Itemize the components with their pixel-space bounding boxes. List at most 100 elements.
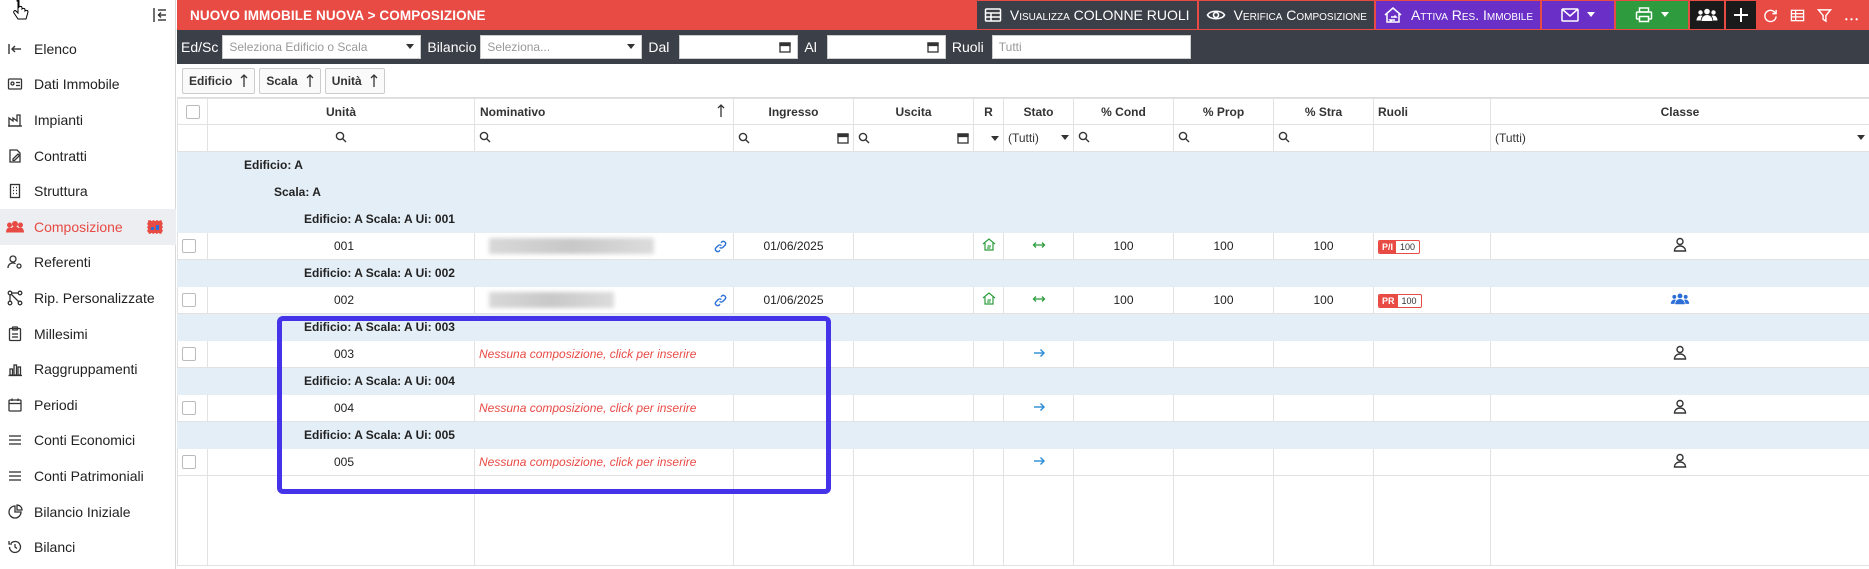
row-select-cell[interactable] [177, 394, 208, 422]
filter-ingresso[interactable] [733, 124, 854, 152]
row-checkbox[interactable] [182, 401, 196, 416]
collapse-sidebar-icon[interactable] [151, 6, 169, 24]
floorplan-icon[interactable] [146, 218, 164, 236]
sidebar-item-rip-personalizzate[interactable]: Rip. Personalizzate [0, 280, 176, 316]
verify-composition-button[interactable]: Verifica Composizione [1198, 1, 1374, 29]
calendar-icon[interactable] [957, 132, 969, 144]
group-row-unit[interactable]: Edificio: A Scala: A Ui: 005 [177, 421, 1869, 449]
row-checkbox[interactable] [182, 347, 196, 362]
column-header-uscita[interactable]: Uscita [853, 98, 974, 125]
table-row[interactable]: 002 01/06/2025 100 100 100 PR 100 [177, 286, 1869, 314]
row-select-cell[interactable] [177, 232, 208, 260]
row-checkbox[interactable] [182, 455, 196, 470]
sidebar-item-conti-economici[interactable]: Conti Economici [0, 423, 176, 459]
email-menu-button[interactable] [1542, 1, 1614, 29]
contract-edit-icon [9, 148, 21, 163]
building-stair-select[interactable]: Seleziona Edificio o Scala [222, 35, 422, 59]
cell-nominativo[interactable] [474, 232, 734, 260]
empty-composition-link[interactable]: Nessuna composizione, click per inserire [474, 448, 734, 476]
row-checkbox[interactable] [182, 239, 196, 254]
column-header-unita[interactable]: Unità [207, 98, 475, 125]
column-header-stato[interactable]: Stato [1003, 98, 1074, 125]
link-icon[interactable] [714, 294, 727, 307]
calendar-icon[interactable] [779, 41, 792, 53]
refresh-button[interactable] [1758, 1, 1783, 29]
sidebar-item-dati-immobile[interactable]: Dati Immobile [0, 67, 176, 103]
column-header-stra[interactable]: % Stra [1273, 98, 1374, 125]
link-icon[interactable] [714, 240, 727, 253]
row-select-cell[interactable] [177, 340, 208, 368]
sort-chip-unita[interactable]: Unità [324, 67, 385, 94]
filter-stra[interactable] [1273, 124, 1374, 152]
sort-chip-edificio[interactable]: Edificio [182, 67, 256, 94]
select-all-cell[interactable] [177, 98, 208, 125]
row-select-cell[interactable] [177, 448, 208, 476]
select-all-checkbox[interactable] [185, 104, 200, 119]
column-header-classe[interactable]: Classe [1490, 98, 1869, 125]
sidebar-item-impianti[interactable]: Impianti [0, 102, 176, 138]
sidebar-item-elenco[interactable]: Elenco [0, 31, 176, 67]
roles-input[interactable]: Tutti [991, 35, 1191, 59]
filter-nominativo[interactable] [474, 124, 734, 152]
add-button[interactable] [1726, 1, 1756, 29]
group-row-scala[interactable]: Scala: A [177, 178, 1869, 206]
print-menu-button[interactable] [1616, 1, 1688, 29]
column-header-ruoli[interactable]: Ruoli [1373, 98, 1491, 125]
sidebar-item-composizione[interactable]: Composizione [0, 208, 176, 245]
group-row-unit[interactable]: Edificio: A Scala: A Ui: 003 [177, 313, 1869, 341]
row-checkbox[interactable] [182, 293, 196, 308]
sidebar-item-bilancio-iniziale[interactable]: Bilancio Iniziale [0, 494, 176, 530]
row-select-cell[interactable] [177, 286, 208, 314]
add-users-button[interactable] [1690, 1, 1724, 29]
table-row[interactable]: 005 Nessuna composizione, click per inse… [177, 448, 1869, 476]
column-header-r[interactable]: R [973, 98, 1004, 125]
calendar-icon[interactable] [927, 41, 939, 53]
filter-r[interactable] [973, 124, 1004, 152]
column-header-nominativo[interactable]: Nominativo [474, 98, 734, 125]
group-row-unit[interactable]: Edificio: A Scala: A Ui: 001 [177, 205, 1869, 233]
sidebar-item-contratti[interactable]: Contratti [0, 138, 176, 174]
cell-nominativo[interactable] [474, 286, 734, 314]
filter-uscita[interactable] [853, 124, 974, 152]
date-to-input[interactable] [826, 35, 946, 59]
sidebar-item-struttura[interactable]: Struttura [0, 173, 176, 209]
filter-unita[interactable] [207, 124, 475, 152]
filter-button[interactable] [1812, 1, 1837, 29]
column-header-cond[interactable]: % Cond [1073, 98, 1174, 125]
calendar-icon[interactable] [837, 132, 849, 144]
filter-stato[interactable]: (Tutti) [1003, 124, 1074, 152]
table-row[interactable]: 001 01/06/2025 100 100 100 P/I 100 [177, 232, 1869, 260]
group-row-unit[interactable]: Edificio: A Scala: A Ui: 004 [177, 367, 1869, 395]
group-row-unit[interactable]: Edificio: A Scala: A Ui: 002 [177, 259, 1869, 287]
show-role-columns-button[interactable]: Visualizza COLONNE RUOLI [976, 1, 1197, 29]
table-row[interactable]: 004 Nessuna composizione, click per inse… [177, 394, 1869, 422]
home-swap-icon [1384, 7, 1402, 23]
columns-button[interactable] [1785, 1, 1810, 29]
sort-chip-scala[interactable]: Scala [259, 67, 321, 94]
sidebar-item-conti-patrimoniali[interactable]: Conti Patrimoniali [0, 458, 176, 494]
id-card-icon [7, 78, 23, 91]
more-horizontal-icon [1845, 17, 1858, 20]
empty-composition-link[interactable]: Nessuna composizione, click per inserire [474, 394, 734, 422]
filter-prop[interactable] [1173, 124, 1274, 152]
empty-composition-link[interactable]: Nessuna composizione, click per inserire [474, 340, 734, 368]
caret-down-icon [991, 136, 999, 141]
column-header-ingresso[interactable]: Ingresso [733, 98, 854, 125]
group-row-edificio[interactable]: Edificio: A [177, 151, 1869, 179]
sidebar-item-bilanci[interactable]: Bilanci [0, 529, 176, 565]
bilancio-select[interactable]: Seleziona... [480, 35, 643, 59]
activate-residence-button[interactable]: Attiva Res. Immobile [1375, 1, 1540, 29]
column-header-prop[interactable]: % Prop [1173, 98, 1274, 125]
sidebar-item-periodi[interactable]: Periodi [0, 387, 176, 423]
date-from-input[interactable] [679, 35, 799, 59]
redacted-name [489, 238, 654, 254]
filter-cond[interactable] [1073, 124, 1174, 152]
more-options-button[interactable] [1839, 1, 1869, 29]
sidebar-item-referenti[interactable]: Referenti [0, 245, 176, 281]
sidebar-item-raggruppamenti[interactable]: Raggruppamenti [0, 351, 176, 387]
filler-cell [207, 475, 475, 566]
sidebar-item-label: Elenco [34, 40, 77, 57]
filter-classe[interactable]: (Tutti) [1490, 124, 1869, 152]
sidebar-item-millesimi[interactable]: Millesimi [0, 316, 176, 352]
table-row[interactable]: 003 Nessuna composizione, click per inse… [177, 340, 1869, 368]
